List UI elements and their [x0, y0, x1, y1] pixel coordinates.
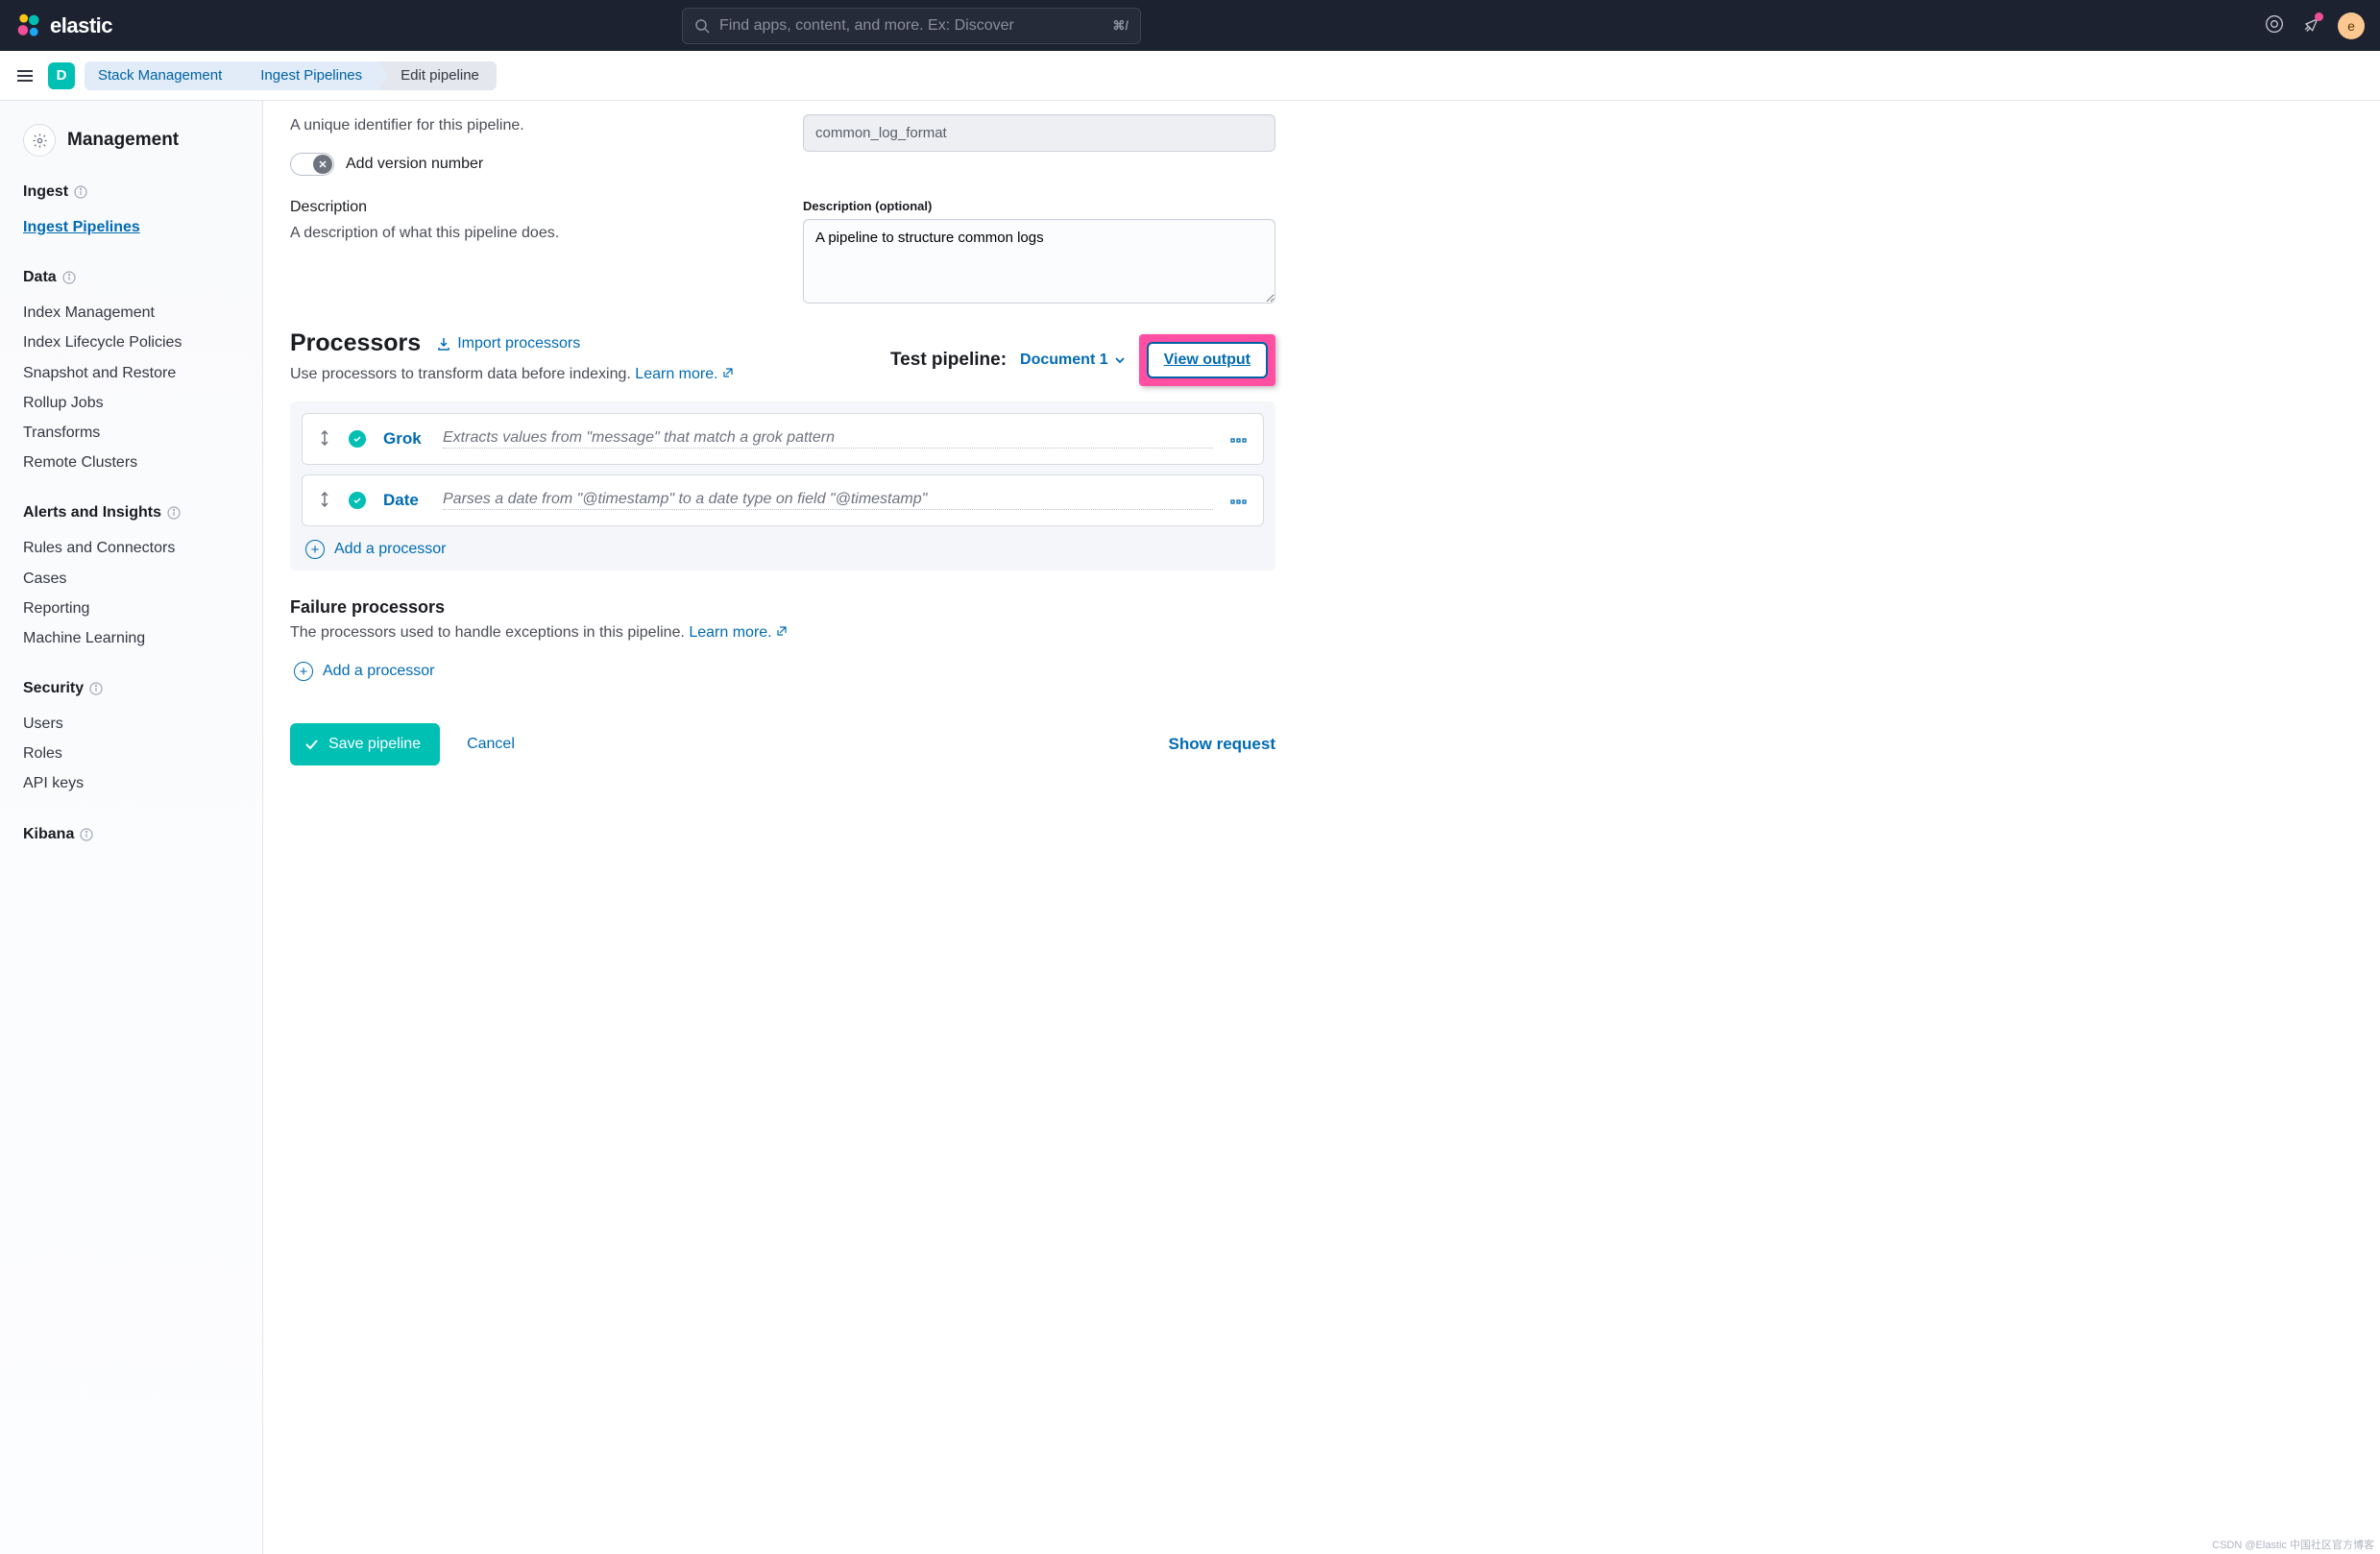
external-link-icon: [776, 625, 788, 637]
global-search[interactable]: ⌘/: [682, 8, 1141, 44]
description-help: A description of what this pipeline does…: [290, 222, 780, 245]
version-toggle-label: Add version number: [346, 156, 483, 173]
sidebar-item-transforms[interactable]: Transforms: [23, 418, 239, 448]
description-field-label: Description (optional): [803, 199, 1275, 213]
status-success-icon: [349, 430, 366, 448]
description-heading: Description: [290, 199, 780, 216]
plus-circle-icon: +: [305, 540, 325, 559]
add-failure-processor-button[interactable]: + Add a processor: [290, 662, 1275, 681]
sidebar-group-title: Security: [23, 680, 239, 697]
highlight-annotation: View output: [1139, 334, 1275, 386]
processor-description: Parses a date from "@timestamp" to a dat…: [443, 491, 1213, 510]
processor-menu-icon[interactable]: [1230, 493, 1248, 508]
processor-name[interactable]: Date: [383, 491, 425, 510]
search-input[interactable]: [719, 17, 1103, 35]
cancel-button[interactable]: Cancel: [467, 736, 515, 753]
description-input[interactable]: [803, 219, 1275, 304]
breadcrumb-bar: D Stack Management Ingest Pipelines Edit…: [0, 51, 2380, 101]
sidebar-title: Management: [67, 130, 179, 151]
info-icon: [74, 185, 87, 199]
info-icon: [89, 682, 103, 695]
import-processors-link[interactable]: Import processors: [436, 335, 580, 352]
watermark: CSDN @Elastic 中国社区官方博客: [2212, 1537, 2374, 1552]
sidebar-group-title: Data: [23, 269, 239, 286]
failure-help: The processors used to handle exceptions…: [290, 624, 689, 641]
processor-description: Extracts values from "message" that matc…: [443, 429, 1213, 449]
processors-heading: Processors: [290, 329, 421, 357]
elastic-logo-icon: [15, 12, 42, 39]
sidebar-item-reporting[interactable]: Reporting: [23, 594, 239, 623]
check-icon: [304, 737, 319, 752]
processors-help: Use processors to transform data before …: [290, 366, 635, 382]
search-shortcut: ⌘/: [1112, 18, 1129, 34]
sidebar-item-api-keys[interactable]: API keys: [23, 768, 239, 798]
test-pipeline-label: Test pipeline:: [890, 350, 1007, 371]
save-pipeline-label: Save pipeline: [328, 736, 421, 753]
drag-handle-icon[interactable]: [318, 492, 331, 510]
save-pipeline-button[interactable]: Save pipeline: [290, 723, 440, 765]
search-icon: [694, 18, 710, 34]
sidebar-group-title: Alerts and Insights: [23, 504, 239, 522]
add-failure-processor-label: Add a processor: [323, 663, 435, 680]
show-request-button[interactable]: Show request: [1169, 735, 1275, 754]
drag-handle-icon[interactable]: [318, 430, 331, 449]
news-icon[interactable]: [2301, 14, 2320, 36]
breadcrumb-edit-pipeline: Edit pipeline: [379, 61, 497, 90]
sidebar-item-remote-clusters[interactable]: Remote Clusters: [23, 448, 239, 477]
failure-processors-heading: Failure processors: [290, 597, 1275, 618]
sidebar-group-title: Ingest: [23, 183, 239, 201]
sidebar-item-machine-learning[interactable]: Machine Learning: [23, 623, 239, 653]
space-selector[interactable]: D: [48, 62, 75, 89]
import-processors-label: Import processors: [457, 335, 580, 352]
sidebar-item-users[interactable]: Users: [23, 709, 239, 739]
info-icon: [62, 271, 76, 284]
user-avatar[interactable]: e: [2338, 12, 2365, 39]
pipeline-name-input: common_log_format: [803, 114, 1275, 152]
notification-dot: [2315, 12, 2323, 21]
sidebar-item-index-lifecycle-policies[interactable]: Index Lifecycle Policies: [23, 328, 239, 357]
plus-circle-icon: +: [294, 662, 313, 681]
processors-learn-more[interactable]: Learn more.: [635, 366, 734, 382]
processor-menu-icon[interactable]: [1230, 431, 1248, 447]
processor-row: Grok Extracts values from "message" that…: [302, 413, 1264, 465]
external-link-icon: [722, 367, 734, 378]
sidebar-item-rollup-jobs[interactable]: Rollup Jobs: [23, 388, 239, 418]
sidebar-group-title: Kibana: [23, 826, 239, 843]
info-icon: [167, 506, 181, 520]
import-icon: [436, 336, 451, 352]
breadcrumb-stack-management[interactable]: Stack Management: [85, 61, 239, 90]
status-success-icon: [349, 492, 366, 509]
document-selector[interactable]: Document 1: [1020, 352, 1126, 369]
help-icon[interactable]: [2265, 14, 2284, 36]
info-icon: [80, 828, 93, 841]
sidebar-item-roles[interactable]: Roles: [23, 739, 239, 768]
sidebar-item-snapshot-and-restore[interactable]: Snapshot and Restore: [23, 358, 239, 388]
processor-name[interactable]: Grok: [383, 429, 425, 449]
gear-icon: [23, 124, 56, 157]
add-processor-button[interactable]: + Add a processor: [302, 540, 1264, 559]
sidebar-item-ingest-pipelines[interactable]: Ingest Pipelines: [23, 212, 239, 242]
version-toggle[interactable]: [290, 153, 334, 176]
main-content: A unique identifier for this pipeline. A…: [263, 101, 1302, 1554]
top-bar: elastic ⌘/ e: [0, 0, 2380, 51]
elastic-logo-text: elastic: [50, 13, 112, 38]
nav-toggle[interactable]: [12, 62, 38, 89]
processor-row: Date Parses a date from "@timestamp" to …: [302, 474, 1264, 526]
chevron-down-icon: [1114, 354, 1126, 366]
view-output-button[interactable]: View output: [1147, 342, 1268, 378]
add-processor-label: Add a processor: [334, 541, 447, 558]
name-help: A unique identifier for this pipeline.: [290, 114, 780, 137]
elastic-logo[interactable]: elastic: [15, 12, 112, 39]
sidebar-item-rules-and-connectors[interactable]: Rules and Connectors: [23, 533, 239, 563]
failure-learn-more[interactable]: Learn more.: [689, 624, 788, 641]
processors-list: Grok Extracts values from "message" that…: [290, 401, 1275, 571]
sidebar-item-index-management[interactable]: Index Management: [23, 298, 239, 328]
breadcrumb-ingest-pipelines[interactable]: Ingest Pipelines: [239, 61, 379, 90]
sidebar-item-cases[interactable]: Cases: [23, 564, 239, 594]
sidebar: Management Ingest Ingest Pipelines Data Ind…: [0, 101, 263, 1554]
